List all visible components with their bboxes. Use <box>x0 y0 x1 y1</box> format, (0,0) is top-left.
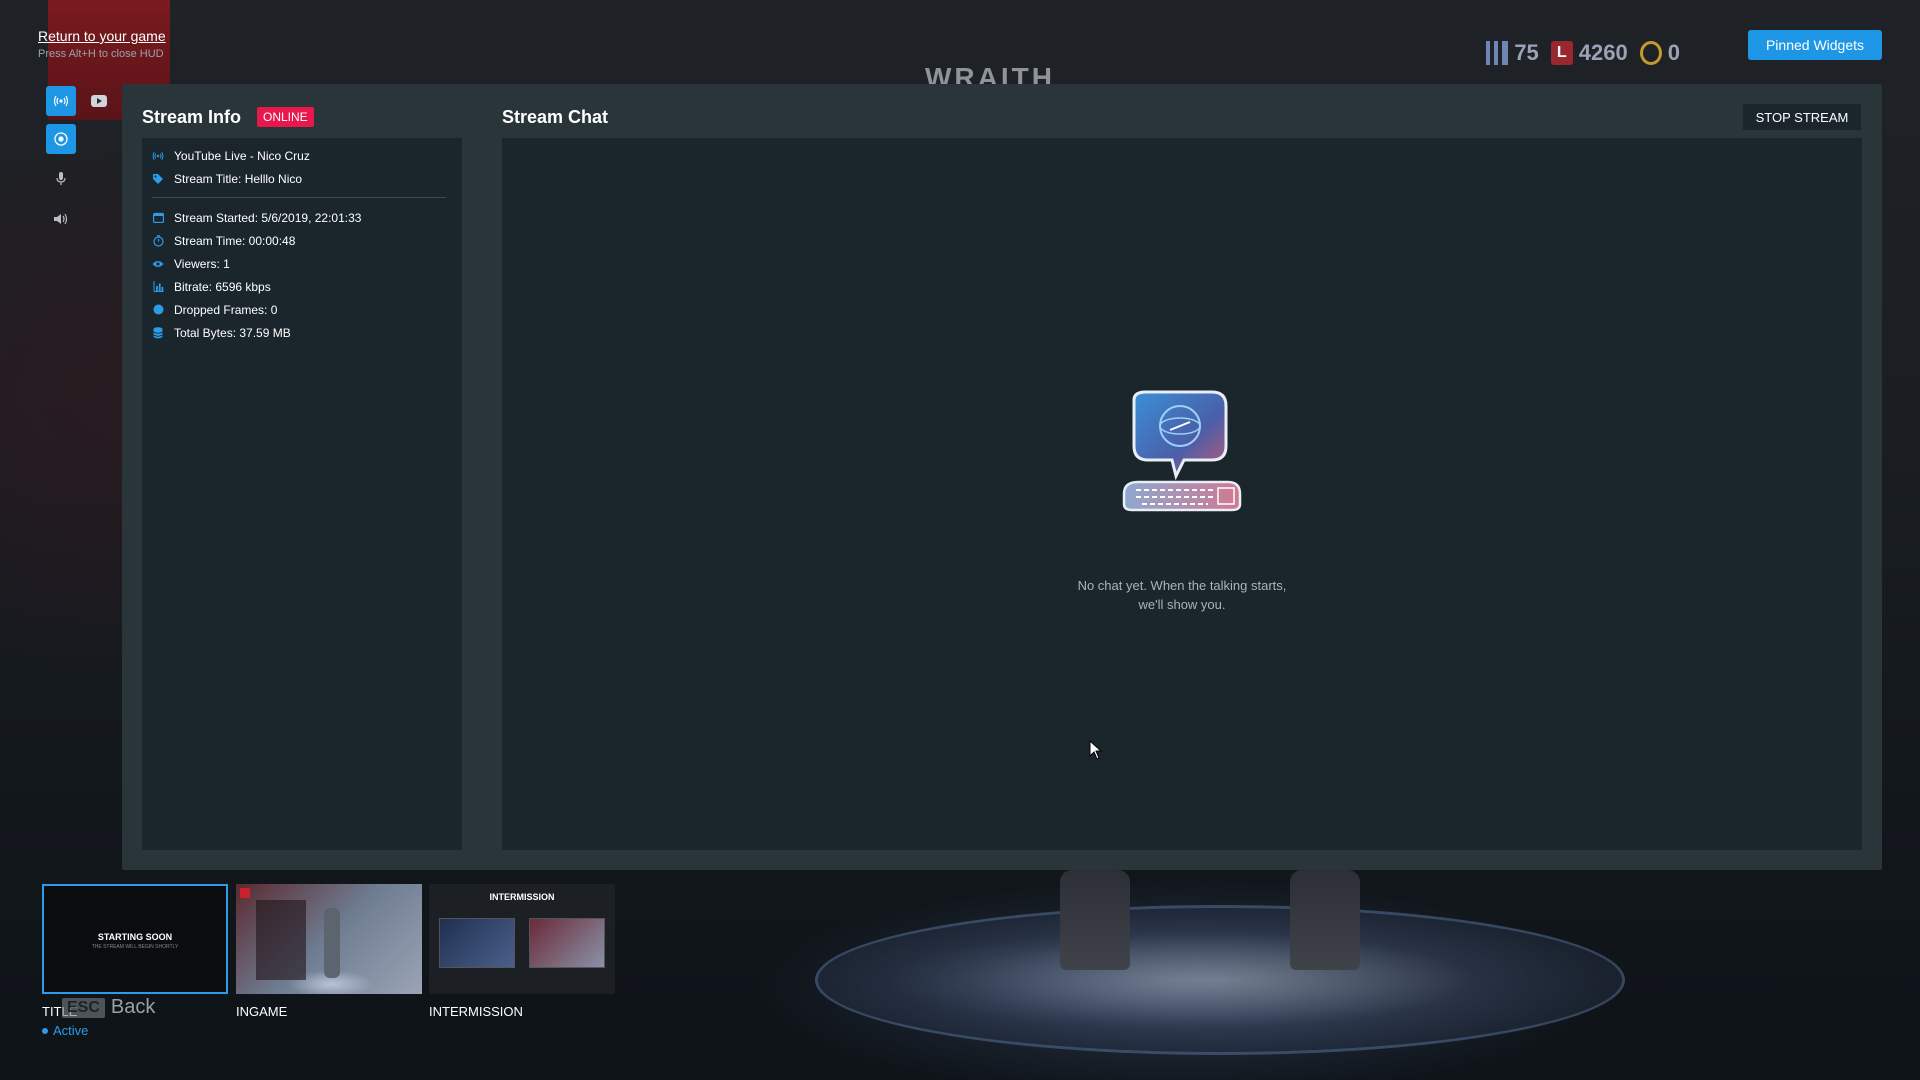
database-icon <box>152 326 164 339</box>
scene-label: INGAME <box>236 1004 288 1019</box>
legend-tokens-icon: L <box>1550 41 1573 65</box>
background-figure-leg <box>1290 870 1360 970</box>
mouse-cursor-icon <box>1089 740 1103 760</box>
thumb-overlay-panel <box>256 900 306 980</box>
stream-chat-title: Stream Chat <box>502 107 609 127</box>
dot-icon <box>152 304 164 316</box>
stream-title-row: Stream Title: Helllo Nico <box>152 167 462 190</box>
background-platform <box>815 905 1625 1055</box>
stream-chat-box: No chat yet. When the talking starts, we… <box>502 138 1862 850</box>
rail-menu <box>46 124 76 234</box>
apex-logo-icon <box>240 888 250 898</box>
thumb-character <box>324 908 340 978</box>
speaker-button[interactable] <box>46 204 76 234</box>
youtube-tab[interactable] <box>84 86 114 116</box>
stat-legend-tokens: L 4260 <box>1550 40 1628 66</box>
stat-level: 75 <box>1486 40 1539 66</box>
speaker-icon <box>54 213 68 225</box>
tag-icon <box>152 173 164 185</box>
thumb-camera-panel <box>439 918 515 968</box>
dropped-frames-row: Dropped Frames: 0 <box>152 298 462 321</box>
status-badge: ONLINE <box>257 107 314 127</box>
broadcast-icon <box>152 150 164 162</box>
scene-thumbnail[interactable]: INTERMISSION <box>429 884 615 994</box>
thumb-game-panel <box>529 918 605 968</box>
coin-icon <box>1639 41 1662 65</box>
esc-key: ESC <box>62 997 105 1018</box>
scene-ingame[interactable]: INGAME <box>236 884 422 1019</box>
scene-thumbnail[interactable] <box>236 884 422 994</box>
stream-info-box: YouTube Live - Nico Cruz Stream Title: H… <box>142 138 462 850</box>
bitrate-row: Bitrate: 6596 kbps <box>152 275 462 298</box>
info-divider <box>152 197 446 198</box>
scene-intermission[interactable]: INTERMISSION INTERMISSION <box>429 884 615 1019</box>
chat-empty-illustration <box>1122 390 1242 512</box>
youtube-icon <box>91 95 107 107</box>
return-to-game-link[interactable]: Return to your game <box>38 28 166 44</box>
scene-status: Active <box>42 1023 228 1038</box>
viewers-row: Viewers: 1 <box>152 252 462 275</box>
calendar-icon <box>152 212 164 224</box>
stream-time-row: Stream Time: 00:00:48 <box>152 229 462 252</box>
top-stats: 75 L 4260 0 <box>1486 40 1680 66</box>
record-button[interactable] <box>46 124 76 154</box>
broadcast-icon <box>53 95 69 107</box>
bar-chart-icon <box>152 281 164 293</box>
stop-stream-button[interactable]: STOP STREAM <box>1743 104 1861 130</box>
stat-coins: 0 <box>1639 40 1680 66</box>
stopwatch-icon <box>152 234 164 247</box>
level-bars-icon <box>1486 41 1509 65</box>
hud-hint: Press Alt+H to close HUD <box>38 48 164 60</box>
stream-started-row: Stream Started: 5/6/2019, 22:01:33 <box>152 206 462 229</box>
broadcast-tab[interactable] <box>46 86 76 116</box>
pinned-widgets-button[interactable]: Pinned Widgets <box>1748 30 1882 60</box>
stream-info-title: Stream Info <box>142 107 242 127</box>
microphone-icon <box>56 172 66 185</box>
rail-tabs <box>46 86 114 116</box>
total-bytes-row: Total Bytes: 37.59 MB <box>152 321 462 344</box>
stream-platform-row: YouTube Live - Nico Cruz <box>152 144 462 167</box>
microphone-button[interactable] <box>46 164 76 194</box>
background-figure-leg <box>1060 870 1130 970</box>
record-icon <box>54 132 68 146</box>
chat-empty-message: No chat yet. When the talking starts, we… <box>1077 578 1287 612</box>
esc-back-button[interactable]: ESC Back <box>62 996 155 1019</box>
scene-thumbnail[interactable]: STARTING SOON THE STREAM WILL BEGIN SHOR… <box>42 884 228 994</box>
eye-icon <box>152 258 164 270</box>
scene-label: INTERMISSION <box>429 1004 523 1019</box>
